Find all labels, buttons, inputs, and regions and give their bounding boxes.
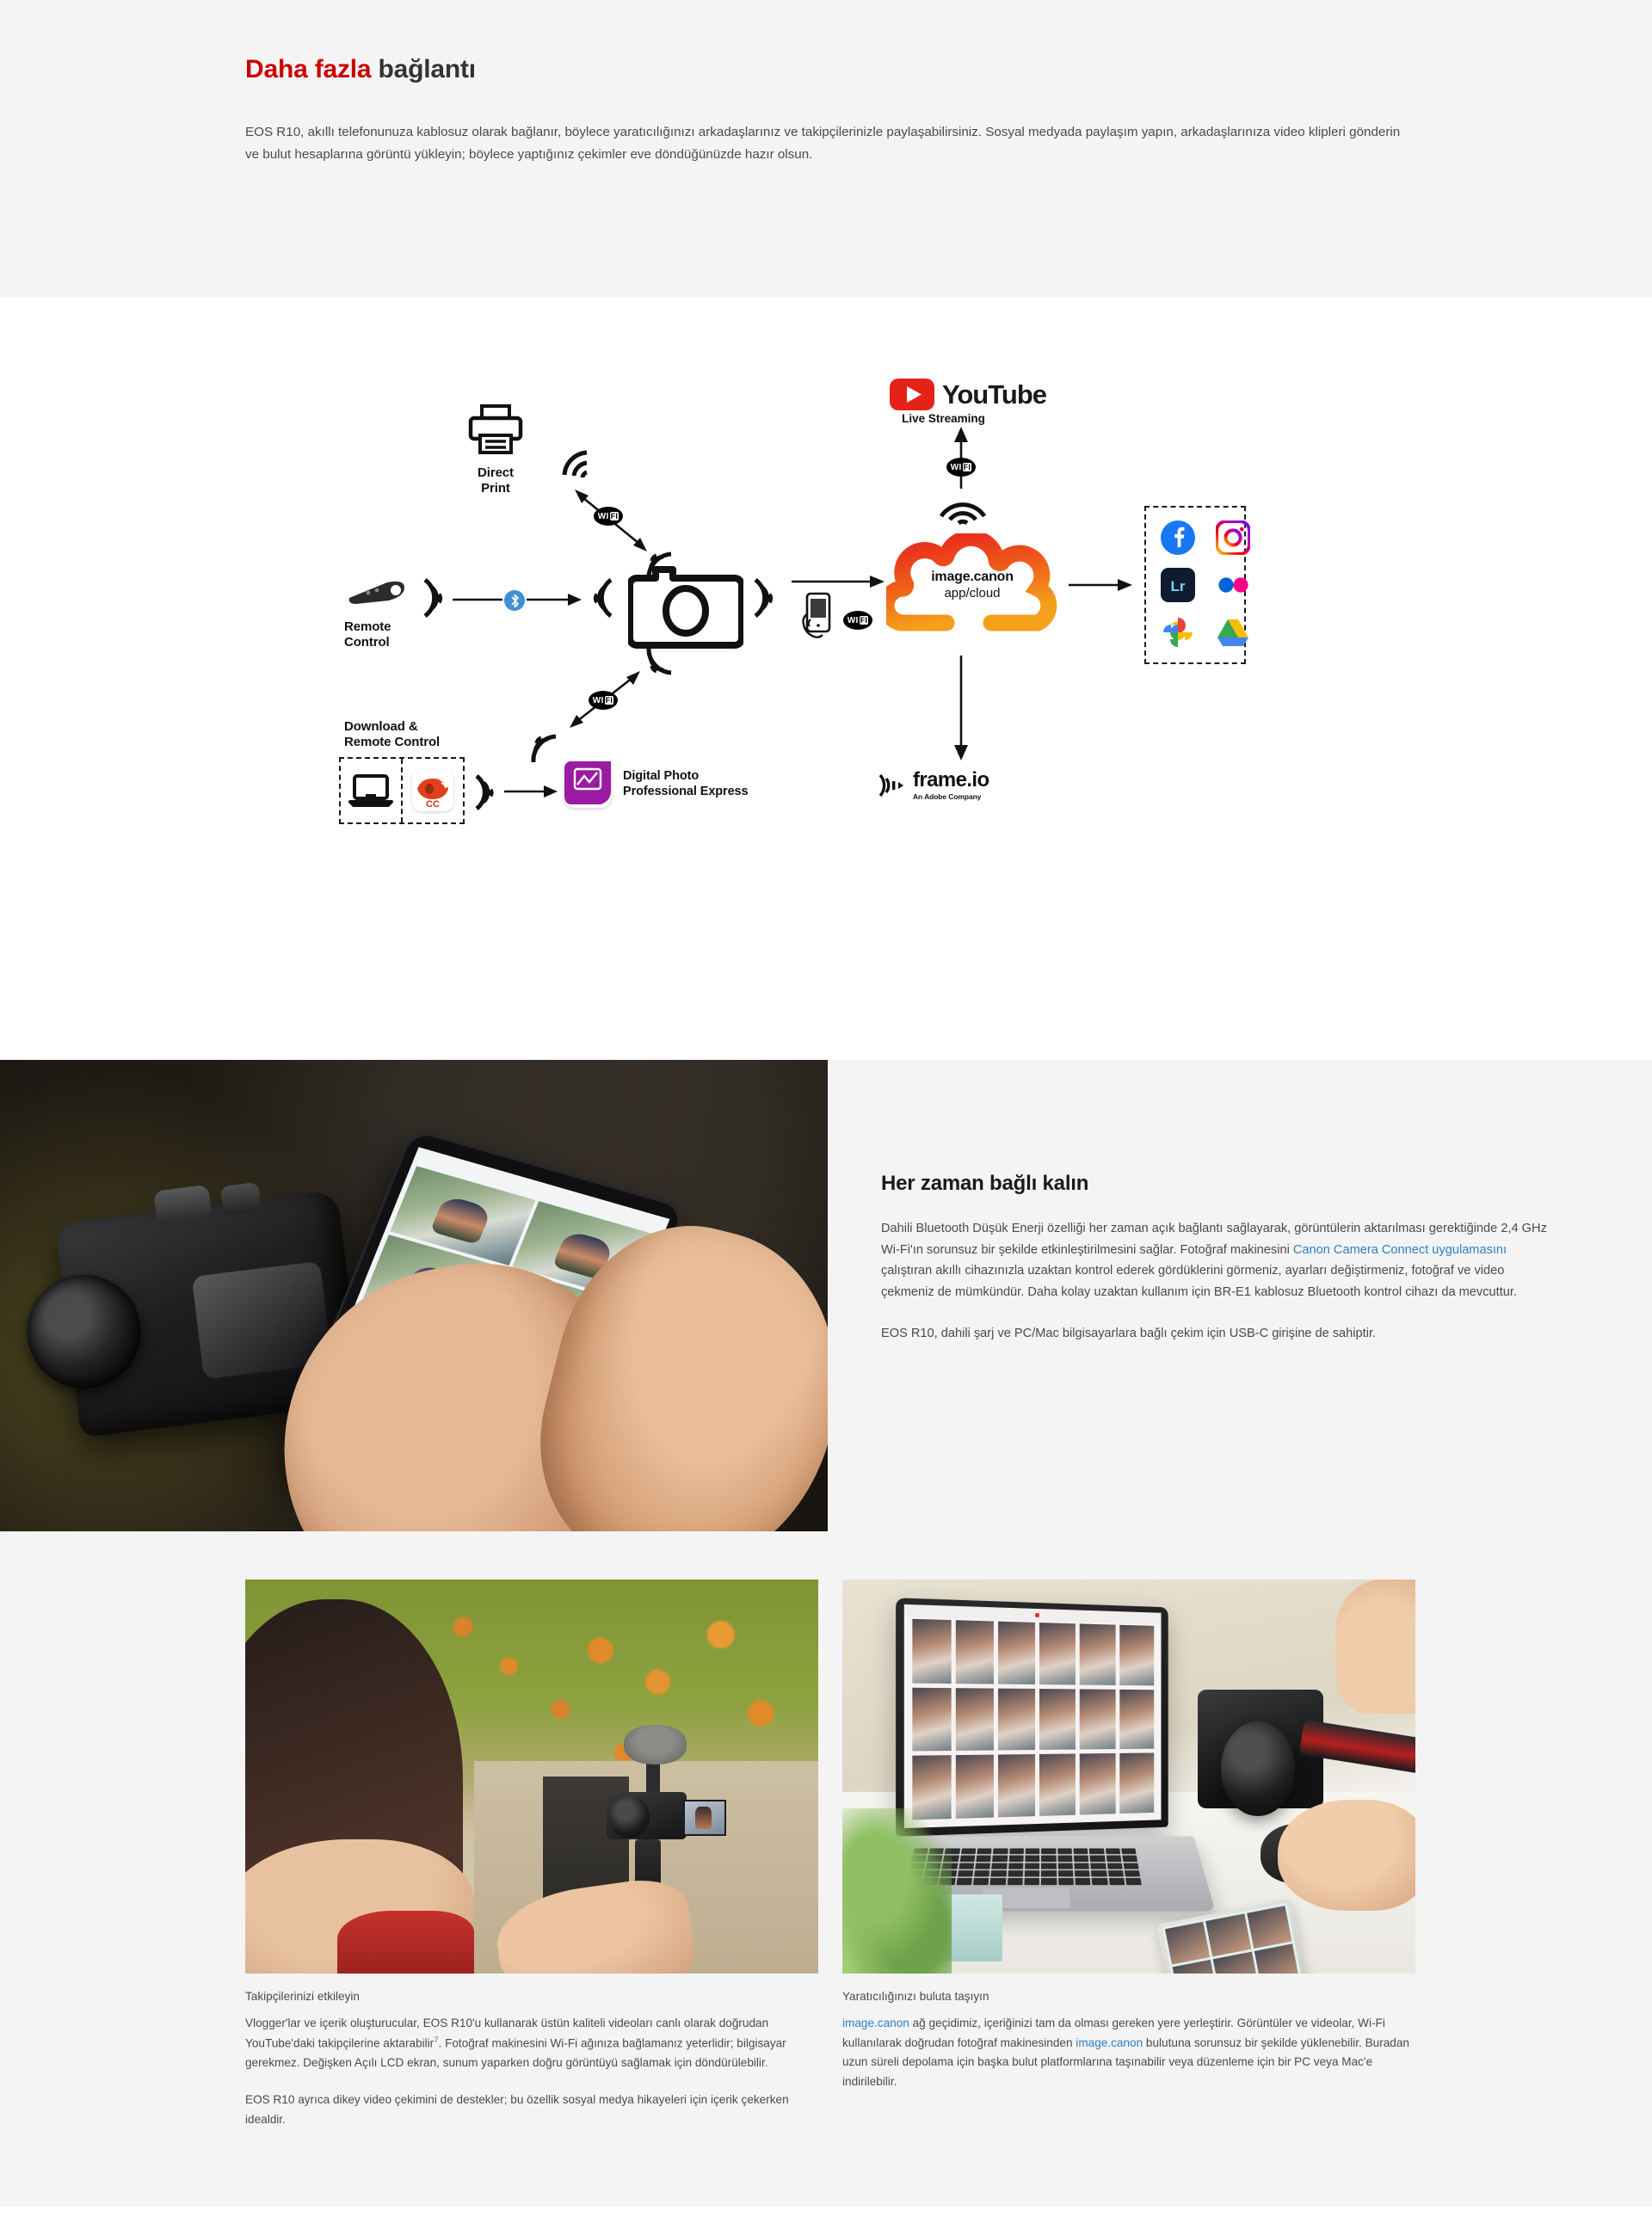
vlogger-photo	[245, 1580, 818, 1974]
wifi-badge-printer: WI FI	[594, 507, 623, 526]
camera-icon	[626, 559, 745, 653]
youtube-subtitle: Live Streaming	[902, 412, 985, 425]
printer-icon	[468, 404, 523, 454]
camera-wave-right	[750, 576, 780, 624]
wifi-badge-phone: WI FI	[843, 611, 872, 630]
section-heading: Her zaman bağlı kalın	[881, 1172, 1089, 1195]
camera-connect-icon: CC	[412, 770, 453, 811]
dppe-label-line1: Digital Photo	[623, 769, 700, 784]
cloud-label-title: image.canon	[931, 570, 1014, 584]
svg-text:Lr: Lr	[1171, 578, 1186, 594]
direct-print-label-line2: Print	[481, 481, 510, 496]
intro-paragraph: EOS R10, akıllı telefonunuza kablosuz ol…	[245, 125, 1401, 163]
paragraph-1-part-b: çalıştıran akıllı cihazınızla uzaktan ko…	[881, 1264, 1517, 1299]
bluetooth-icon	[504, 590, 525, 611]
remote-control-label-line2: Control	[344, 635, 390, 650]
page-title-rest: bağlantı	[378, 55, 477, 83]
frameio-name: frame.io	[913, 768, 989, 791]
remote-control-label-line1: Remote	[344, 619, 391, 634]
product-feature-page: Daha fazla bağlantı EOS R10, akıllı tele…	[0, 0, 1652, 2208]
laptop-icon	[348, 774, 393, 807]
card-vlogger: Takipçilerinizi etkileyin Vlogger'lar ve…	[245, 1580, 818, 2129]
card-body-2: EOS R10 ayrıca dikey video çekimini de d…	[245, 2093, 789, 2126]
social-apps-group: Lr	[1144, 506, 1251, 664]
wifi-badge-youtube: WI FI	[946, 458, 976, 477]
card-body-1: Vlogger'lar ve içerik oluşturucular, EOS…	[245, 2014, 818, 2072]
dppe-icon: DPPE	[564, 761, 611, 808]
card-cloud: Yaratıcılığınızı buluta taşıyın image.ca…	[842, 1580, 1415, 2129]
camera-cloud-arrow	[792, 575, 885, 593]
card-caption: Yaratıcılığınızı buluta taşıyın	[842, 1990, 989, 2003]
intro-section: Daha fazla bağlantı EOS R10, akıllı tele…	[0, 0, 1652, 297]
smartphone-in-hand-icon	[800, 592, 836, 650]
facebook-icon	[1161, 520, 1195, 555]
cc-badge-label: CC	[426, 799, 440, 810]
connectivity-diagram-section: Direct Print WI FI Remote Control WI FI …	[0, 297, 1652, 1060]
youtube-icon	[890, 379, 934, 410]
direct-print-label-line1: Direct	[478, 465, 514, 480]
frameio-sub: An Adobe Company	[913, 792, 982, 801]
laptop-camera-link: WI FI	[558, 662, 652, 742]
youtube-node: YouTube Live Streaming	[890, 379, 1047, 425]
remote-control-node: Remote Control	[344, 579, 408, 651]
cloud-label-sub: app/cloud	[944, 586, 1001, 600]
laptop-cc-group: CC	[339, 757, 465, 824]
cloud-wave-up	[938, 490, 988, 529]
youtube-brand: YouTube	[942, 379, 1047, 410]
dppe-label-line2: Professional Express	[623, 785, 749, 798]
download-remote-label: Download & Remote Control	[344, 719, 440, 751]
dppe-label: Digital Photo Professional Express	[623, 769, 749, 799]
frameio-node: frame.io An Adobe Company	[876, 770, 989, 801]
google-drive-icon	[1216, 615, 1250, 650]
section-paragraph-1: Dahili Bluetooth Düşük Enerji özelliği h…	[881, 1218, 1549, 1302]
image-canon-link-2[interactable]: image.canon	[1076, 2036, 1143, 2049]
dppe-wave	[473, 773, 499, 816]
page-title-accent: Daha fazla	[245, 55, 372, 83]
card-caption: Takipçilerinizi etkileyin	[245, 1990, 360, 2003]
google-photos-icon	[1161, 615, 1195, 650]
lightroom-icon: Lr	[1161, 568, 1195, 602]
dppe-node: DPPE Digital Photo Professional Express	[564, 761, 749, 808]
dppe-arrow	[504, 785, 558, 803]
download-label-line2: Remote Control	[344, 735, 441, 750]
direct-print-node: Direct Print	[468, 404, 523, 497]
image-canon-cloud: image.canon app/cloud	[878, 529, 1058, 645]
remote-control-icon	[348, 581, 404, 604]
wifi-badge-laptop: WI FI	[589, 691, 618, 710]
camera-wave-left	[587, 576, 616, 624]
laptop-screen	[895, 1598, 1168, 1837]
camera-phone-photo	[0, 1060, 828, 1531]
desk-laptop-photo	[842, 1580, 1415, 1974]
image-canon-link-1[interactable]: image.canon	[842, 2017, 909, 2029]
bluetooth-link	[453, 590, 582, 613]
cloud-frameio-arrow	[950, 656, 972, 765]
frameio-wave-icon	[878, 773, 903, 798]
page-title: Daha fazla bağlantı	[245, 55, 1411, 84]
instagram-icon	[1215, 520, 1251, 556]
remote-wave	[420, 576, 449, 624]
cloud-apps-arrow	[1069, 578, 1132, 596]
laptop-wave	[525, 724, 564, 770]
canon-camera-connect-link[interactable]: Canon Camera Connect uygulamasını	[1293, 1243, 1507, 1257]
download-label-line1: Download &	[344, 719, 418, 734]
always-connected-section: Her zaman bağlı kalın Dahili Bluetooth D…	[0, 1060, 1652, 1531]
connectivity-diagram: Direct Print WI FI Remote Control WI FI …	[339, 379, 1308, 955]
cloud-label: image.canon app/cloud	[886, 570, 1058, 600]
section-paragraph-2: EOS R10, dahili şarj ve PC/Mac bilgisaya…	[881, 1327, 1377, 1341]
flickr-icon	[1216, 568, 1250, 602]
feature-cards-section: Takipçilerinizi etkileyin Vlogger'lar ve…	[0, 1531, 1652, 2208]
dppe-badge-text: DPPE	[575, 795, 601, 805]
card-body-1: image.canon ağ geçidimiz, içeriğinizi ta…	[842, 2014, 1415, 2091]
